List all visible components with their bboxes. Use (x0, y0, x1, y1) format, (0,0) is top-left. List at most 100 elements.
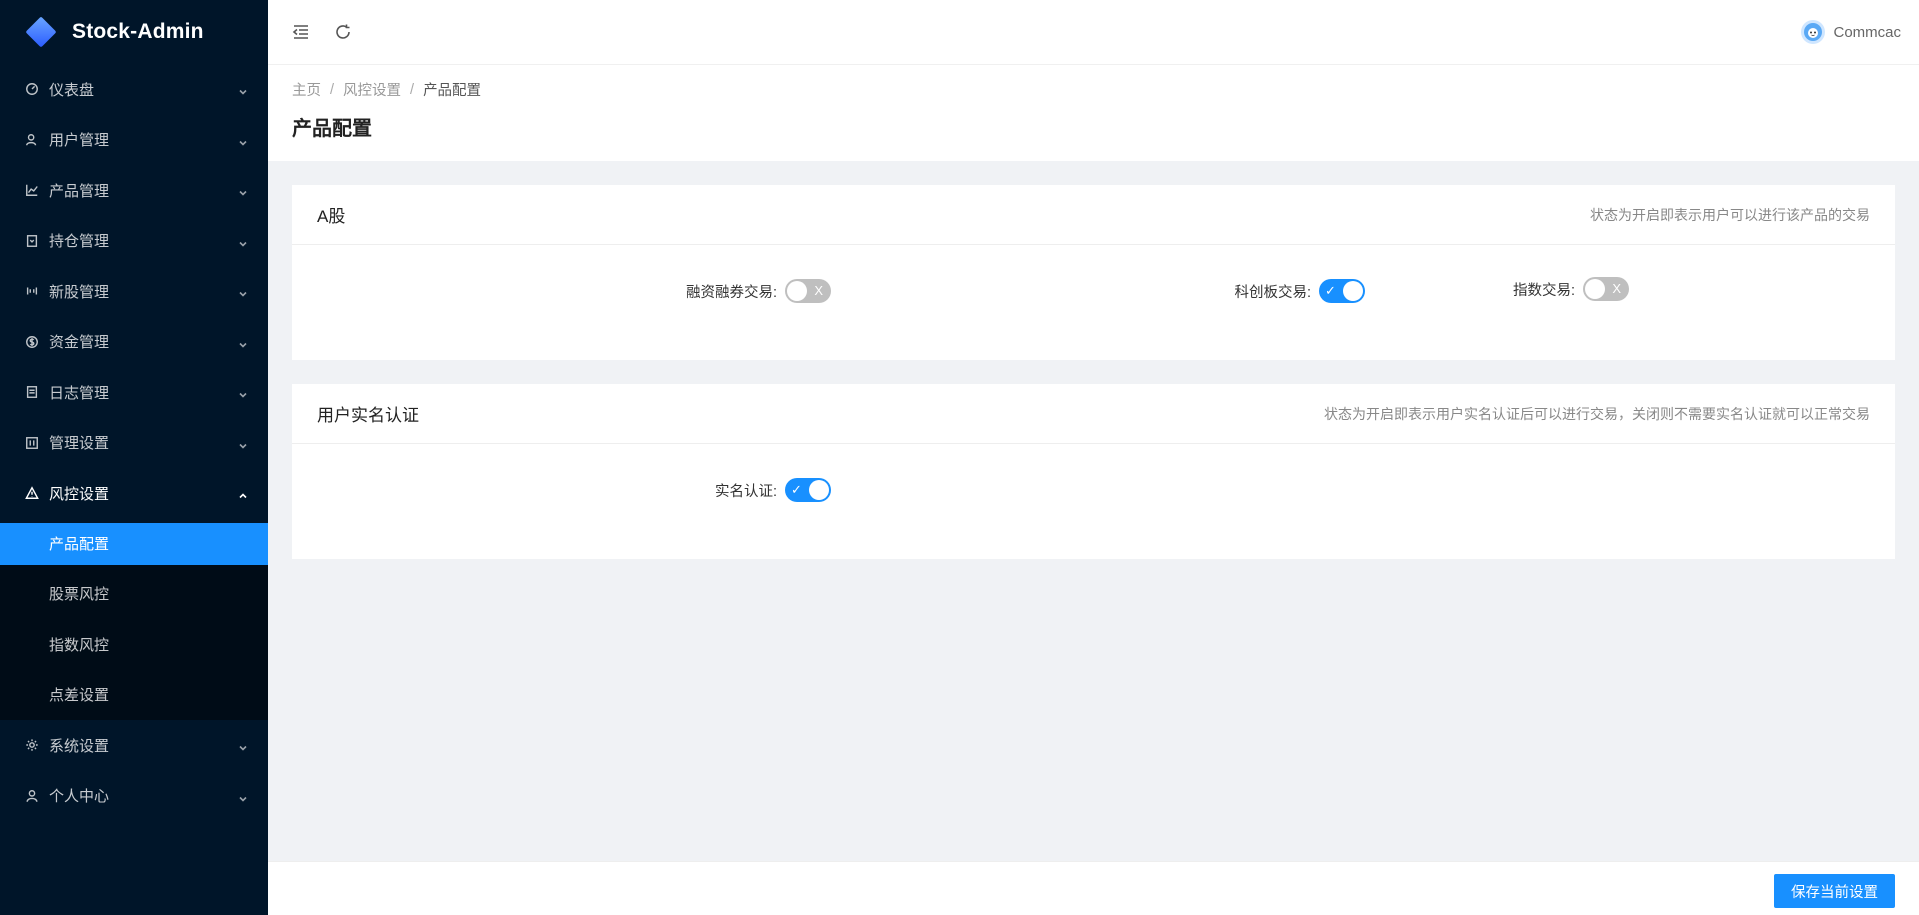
breadcrumb-home[interactable]: 主页 (292, 79, 321, 100)
position-icon (24, 233, 40, 249)
sidebar-item-label: 系统设置 (49, 737, 110, 755)
menu-fold-icon[interactable] (290, 21, 312, 43)
card-real-name: 用户实名认证 状态为开启即表示用户实名认证后可以进行交易，关闭则不需要实名认证就… (292, 384, 1895, 559)
logo[interactable]: Stock-Admin (0, 0, 268, 64)
sidebar-item-label: 资金管理 (49, 334, 110, 352)
user-menu[interactable]: Commcac (1801, 0, 1901, 64)
sidebar-subitem-product-config[interactable]: 产品配置 (0, 522, 268, 565)
breadcrumb-separator: / (330, 81, 335, 98)
chevron-down-icon (238, 337, 248, 348)
app-title: Stock-Admin (72, 20, 204, 43)
sidebar-item-dashboard[interactable]: 仪表盘 (0, 64, 268, 115)
star-market-label: 科创板交易: (1234, 284, 1311, 301)
sidebar-menu: 仪表盘 用户管理 产品管理 持仓管理 新股管理 资金管理 日志管理 管理设置 风… (0, 64, 268, 519)
chevron-down-icon (238, 236, 248, 247)
sidebar-item-label: 日志管理 (49, 384, 110, 402)
card-hint: 状态为开启即表示用户可以进行该产品的交易 (1590, 206, 1870, 223)
sidebar-item-profile[interactable]: 个人中心 (0, 771, 268, 822)
sidebar-item-label: 风控设置 (49, 485, 110, 503)
chevron-down-icon (238, 185, 248, 196)
sidebar-item-admin-settings[interactable]: 管理设置 (0, 418, 268, 469)
username: Commcac (1833, 23, 1901, 41)
sidebar-item-label: 仪表盘 (49, 81, 95, 99)
sidebar-item-label: 用户管理 (49, 132, 110, 150)
switch-knob (1343, 281, 1363, 301)
card-header: A股 状态为开启即表示用户可以进行该产品的交易 (292, 185, 1895, 245)
save-settings-button[interactable]: 保存当前设置 (1774, 874, 1895, 908)
logo-diamond-icon (25, 16, 57, 48)
user-icon (24, 788, 40, 804)
star-market-switch[interactable]: ✓ (1319, 279, 1365, 303)
margin-trading-switch[interactable]: X (785, 279, 831, 303)
switch-knob (1585, 279, 1606, 299)
refresh-icon[interactable] (332, 21, 354, 43)
sidebar-item-system-settings[interactable]: 系统设置 (0, 720, 268, 771)
card-title: A股 (317, 207, 346, 226)
chevron-down-icon (238, 135, 248, 146)
sidebar: Stock-Admin 仪表盘 用户管理 产品管理 持仓管理 新股管理 资金管理… (0, 0, 268, 915)
sidebar-menu-bottom: 系统设置 个人中心 (0, 720, 268, 821)
chart-icon (24, 182, 40, 198)
breadcrumb: 主页 / 风控设置 / 产品配置 (292, 79, 1895, 100)
risk-control-submenu: 产品配置 股票风控 指数风控 点差设置 (0, 522, 268, 721)
gear-icon (24, 737, 40, 753)
chevron-down-icon (238, 387, 248, 398)
breadcrumb-separator: / (410, 81, 415, 98)
switch-knob (787, 281, 807, 301)
sidebar-subitem-spread-settings[interactable]: 点差设置 (0, 670, 268, 721)
card-hint: 状态为开启即表示用户实名认证后可以进行交易，关闭则不需要实名认证就可以正常交易 (1324, 405, 1870, 422)
switch-knob (809, 480, 829, 500)
sidebar-item-products[interactable]: 产品管理 (0, 165, 268, 216)
checkmark-icon: ✓ (791, 482, 802, 497)
topbar: Commcac (268, 0, 1919, 65)
page-title: 产品配置 (292, 118, 372, 140)
chevron-down-icon (238, 84, 248, 95)
ipo-icon (24, 283, 40, 299)
sidebar-item-ipo[interactable]: 新股管理 (0, 266, 268, 317)
card-body: 融资融券交易: X 科创板交易: ✓ (292, 245, 1895, 360)
users-icon (24, 132, 40, 148)
breadcrumb-risk-control[interactable]: 风控设置 (343, 79, 401, 100)
card-title: 用户实名认证 (317, 406, 419, 425)
sidebar-item-label: 个人中心 (49, 788, 110, 806)
switch-off-icon: X (1612, 281, 1622, 296)
sidebar-item-users[interactable]: 用户管理 (0, 115, 268, 166)
card-a-shares: A股 状态为开启即表示用户可以进行该产品的交易 融资融券交易: X 科创板交易: (292, 185, 1895, 360)
money-icon (24, 334, 40, 350)
card-header: 用户实名认证 状态为开启即表示用户实名认证后可以进行交易，关闭则不需要实名认证就… (292, 384, 1895, 444)
checkmark-icon: ✓ (1325, 283, 1336, 298)
real-name-label: 实名认证: (714, 483, 777, 500)
warning-icon (24, 485, 40, 501)
sidebar-item-logs[interactable]: 日志管理 (0, 367, 268, 418)
sidebar-item-label: 新股管理 (49, 283, 110, 301)
chevron-up-icon (238, 488, 248, 499)
real-name-switch[interactable]: ✓ (785, 478, 831, 502)
sidebar-item-label: 管理设置 (49, 435, 110, 453)
breadcrumb-current: 产品配置 (423, 83, 482, 99)
app-root: Stock-Admin 仪表盘 用户管理 产品管理 持仓管理 新股管理 资金管理… (0, 0, 1919, 915)
margin-trading-label: 融资融券交易: (685, 284, 777, 301)
sidebar-item-label: 持仓管理 (49, 233, 110, 251)
star-market-field: 科创板交易: ✓ (1234, 279, 1365, 303)
log-icon (24, 384, 40, 400)
footer-bar: 保存当前设置 (268, 861, 1919, 915)
sidebar-subitem-stock-risk[interactable]: 股票风控 (0, 569, 268, 620)
chevron-down-icon (238, 286, 248, 297)
switch-off-icon: X (814, 283, 823, 298)
chevron-down-icon (238, 791, 248, 802)
sidebar-item-funds[interactable]: 资金管理 (0, 317, 268, 368)
chevron-down-icon (238, 740, 248, 751)
real-name-field: 实名认证: ✓ (715, 478, 831, 502)
sidebar-subitem-index-risk[interactable]: 指数风控 (0, 619, 268, 670)
index-trading-label: 指数交易: (1513, 282, 1576, 299)
index-trading-switch[interactable]: X (1583, 277, 1630, 301)
page-header: 主页 / 风控设置 / 产品配置 产品配置 (268, 65, 1919, 161)
main-area: Commcac 主页 / 风控设置 / 产品配置 产品配置 A股 状态为开启即表… (268, 0, 1919, 915)
content: A股 状态为开启即表示用户可以进行该产品的交易 融资融券交易: X 科创板交易: (268, 161, 1919, 583)
sidebar-item-positions[interactable]: 持仓管理 (0, 216, 268, 267)
chevron-down-icon (238, 438, 248, 449)
margin-trading-field: 融资融券交易: X (686, 279, 831, 303)
avatar (1801, 20, 1826, 44)
sidebar-item-risk-control[interactable]: 风控设置 (0, 468, 268, 519)
sidebar-item-label: 产品管理 (49, 182, 110, 200)
